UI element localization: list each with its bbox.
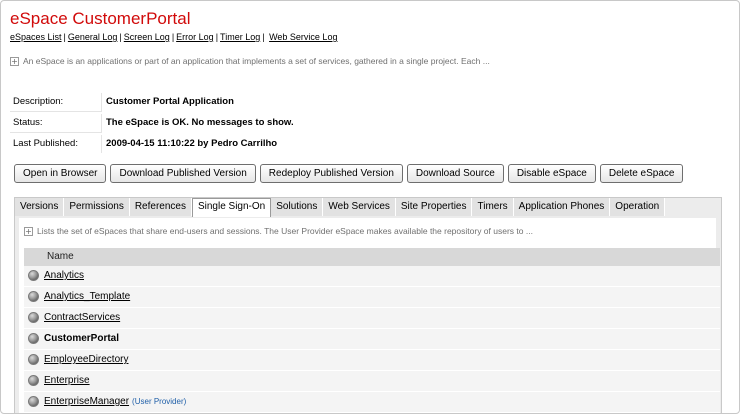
current-espace-name: CustomerPortal [44, 333, 120, 344]
info-label: Status: [10, 114, 102, 133]
nav-separator: | [171, 32, 175, 42]
nav-web-service-log[interactable]: Web Service Log [269, 32, 337, 42]
nav-separator: | [63, 32, 66, 42]
tab-container: Versions Permissions References Single Sign… [14, 197, 722, 413]
table-row: EnterpriseManager (User Provider) [24, 392, 720, 413]
redeploy-published-version-button[interactable]: Redeploy Published Version [259, 164, 403, 183]
nav-timer-log[interactable]: Timer Log [220, 32, 260, 42]
breadcrumb-nav: eSpaces List | General Log | Screen Log | Erro… [10, 32, 337, 42]
tab-permissions[interactable]: Permissions [64, 198, 130, 216]
espaces-table: Name Analytics Analytics_Template Contra… [24, 248, 720, 413]
espace-bullet-icon [28, 375, 39, 386]
espace-bullet-icon [28, 333, 39, 344]
espace-description-text: An eSpace is an applications or part of … [23, 56, 490, 66]
info-value: Customer Portal Application [106, 96, 234, 107]
table-row: EmployeeDirectory [24, 350, 720, 371]
tab-references[interactable]: References [129, 198, 192, 216]
tab-timers[interactable]: Timers [472, 198, 514, 216]
espace-link[interactable]: EmployeeDirectory [44, 350, 128, 370]
espace-name-cell: EnterpriseManager (User Provider) [44, 392, 186, 412]
delete-espace-button[interactable]: Delete eSpace [599, 164, 684, 183]
espace-bullet-icon [28, 396, 39, 407]
column-header-name: Name [24, 248, 720, 266]
nav-espaces-list[interactable]: eSpaces List [10, 32, 62, 42]
disable-espace-button[interactable]: Disable eSpace [507, 164, 596, 183]
tab-site-properties[interactable]: Site Properties [395, 198, 473, 216]
espace-bullet-icon [28, 291, 39, 302]
table-row: Analytics_Template [24, 287, 720, 308]
info-label: Last Published: [10, 135, 102, 153]
espace-link[interactable]: ContractServices [44, 308, 120, 328]
espace-bullet-icon [28, 354, 39, 365]
nav-general-log[interactable]: General Log [68, 32, 118, 42]
tab-application-phones[interactable]: Application Phones [513, 198, 611, 216]
nav-screen-log[interactable]: Screen Log [124, 32, 170, 42]
tab-bar: Versions Permissions References Single Sign… [15, 198, 666, 218]
download-source-button[interactable]: Download Source [406, 164, 504, 183]
expand-toggle-icon[interactable]: + [24, 227, 33, 237]
table-row: ContractServices [24, 308, 720, 329]
info-value: The eSpace is OK. No messages to show. [106, 117, 294, 128]
expand-toggle-icon[interactable]: + [10, 57, 19, 67]
nav-separator: | [215, 32, 219, 42]
open-in-browser-button[interactable]: Open in Browser [14, 164, 107, 183]
action-buttons: Open in Browser Download Published Versio… [14, 164, 687, 183]
tab-web-services[interactable]: Web Services [323, 198, 396, 216]
tab-solutions[interactable]: Solutions [271, 198, 324, 216]
espace-page: eSpace CustomerPortal eSpaces List | Gener… [0, 0, 740, 414]
espace-link[interactable]: Enterprise [44, 371, 90, 391]
tab-single-sign-on[interactable]: Single Sign-On [191, 198, 272, 217]
espace-link[interactable]: Analytics_Template [44, 287, 130, 307]
nav-error-log[interactable]: Error Log [176, 32, 214, 42]
user-provider-badge: (User Provider) [132, 397, 187, 406]
panel-description: + Lists the set of eSpaces that share end… [24, 226, 533, 237]
nav-separator: | [262, 32, 265, 42]
single-sign-on-panel: + Lists the set of eSpaces that share end… [19, 218, 720, 413]
info-value: 2009-04-15 11:10:22 by Pedro Carrilho [106, 138, 278, 149]
info-label: Description: [10, 93, 102, 112]
table-row: CustomerPortal [24, 329, 720, 350]
espace-link[interactable]: EnterpriseManager [44, 396, 129, 407]
page-title: eSpace CustomerPortal [10, 9, 191, 28]
tab-operation[interactable]: Operation [610, 198, 666, 216]
download-published-version-button[interactable]: Download Published Version [110, 164, 256, 183]
espace-bullet-icon [28, 270, 39, 281]
espace-bullet-icon [28, 312, 39, 323]
espace-link[interactable]: Analytics [44, 266, 84, 286]
table-row: Analytics [24, 266, 720, 287]
table-row: Enterprise [24, 371, 720, 392]
tab-versions[interactable]: Versions [15, 198, 65, 216]
nav-separator: | [119, 32, 122, 42]
panel-description-text: Lists the set of eSpaces that share end-… [37, 226, 533, 236]
espace-description: + An eSpace is an applications or part of… [10, 56, 490, 67]
